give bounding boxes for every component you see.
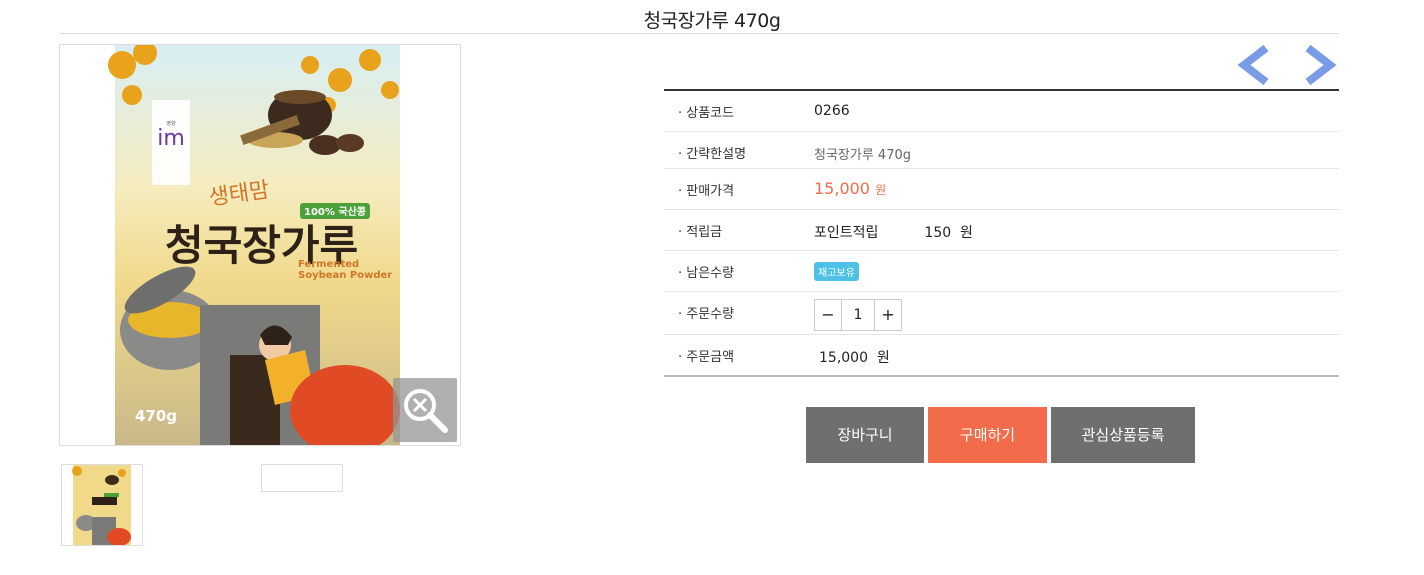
quantity-decrease-button[interactable]: − [815, 300, 841, 330]
info-row-stock: · 남은수량 재고보유 [664, 251, 1339, 292]
product-code-value: 0266 [814, 103, 850, 119]
summary-value: 청국장가루 470g [814, 148, 911, 163]
info-label: · 적립금 [678, 225, 723, 240]
info-row-summary: · 간략한설명 청국장가루 470g [664, 132, 1339, 169]
info-label: · 상품코드 [678, 106, 735, 121]
info-row-points: · 적립금 포인트적립 150 원 [664, 210, 1339, 251]
points-unit: 원 [960, 225, 973, 241]
page-title: 청국장가루 470g [643, 10, 781, 32]
chevron-left-icon [1237, 44, 1269, 86]
add-to-wishlist-button[interactable]: 관심상품등록 [1051, 407, 1195, 463]
points-value: 포인트적립 150 원 [814, 222, 973, 242]
thumbnail-image [72, 465, 131, 545]
info-row-code: · 상품코드 0266 [664, 91, 1339, 132]
next-product-button[interactable] [1302, 44, 1338, 86]
thumbnail-2[interactable] [261, 464, 343, 492]
info-label: · 주문금액 [678, 350, 735, 365]
product-info-table: · 상품코드 0266 · 간략한설명 청국장가루 470g · 판매가격 15… [664, 89, 1339, 377]
weight-text: 470g [135, 407, 177, 425]
info-label: · 판매가격 [678, 184, 735, 199]
quantity-increase-button[interactable]: + [875, 300, 901, 330]
buy-now-button[interactable]: 구매하기 [928, 407, 1047, 463]
price-amount: 15,000 [814, 179, 870, 198]
prev-product-button[interactable] [1236, 44, 1272, 86]
quantity-input[interactable]: 1 [841, 300, 875, 330]
magnifier-icon [404, 389, 448, 433]
total-value: 15,000 원 [819, 347, 890, 367]
points-amount: 150 [924, 225, 952, 241]
info-row-total: · 주문금액 15,000 원 [664, 335, 1339, 375]
price-value: 15,000 원 [814, 179, 886, 198]
svg-text:Soybean Powder: Soybean Powder [298, 270, 392, 281]
info-label: · 간략한설명 [678, 147, 747, 162]
add-to-cart-button[interactable]: 장바구니 [806, 407, 924, 463]
zoom-button[interactable] [393, 378, 457, 442]
svg-text:im: im [157, 126, 185, 151]
info-label: · 남은수량 [678, 266, 735, 281]
points-prefix: 포인트적립 [814, 225, 879, 241]
total-unit: 원 [876, 350, 890, 366]
quantity-stepper[interactable]: − 1 + [814, 299, 902, 331]
info-row-quantity: · 주문수량 − 1 + [664, 292, 1339, 335]
chevron-right-icon [1305, 44, 1337, 86]
info-row-price: · 판매가격 15,000 원 [664, 169, 1339, 210]
total-amount: 15,000 [819, 350, 868, 366]
svg-text:Fermented: Fermented [298, 259, 359, 270]
organic-badge-text: 100% 국산콩 [304, 205, 366, 218]
thumbnail-1[interactable] [61, 464, 143, 546]
price-unit: 원 [875, 183, 887, 197]
stock-badge: 재고보유 [814, 262, 859, 281]
info-label: · 주문수량 [678, 307, 735, 322]
title-divider [59, 33, 1339, 34]
